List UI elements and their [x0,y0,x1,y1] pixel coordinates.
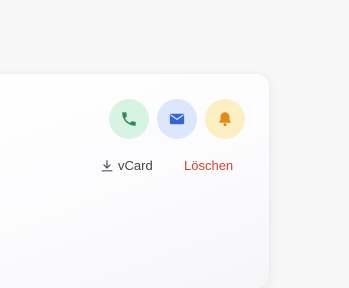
contact-card: vCard Löschen [0,74,269,288]
mail-icon [168,110,186,128]
reminder-button[interactable] [205,99,245,139]
delete-link[interactable]: Löschen [184,158,233,173]
bell-icon [216,110,234,128]
download-icon [100,159,114,173]
page: vCard Löschen [0,0,349,288]
card-links: vCard Löschen [0,158,269,176]
vcard-download-link[interactable]: vCard [100,158,153,173]
phone-icon [120,110,138,128]
vcard-label: vCard [118,158,153,173]
call-button[interactable] [109,99,149,139]
email-button[interactable] [157,99,197,139]
action-bar [109,99,245,139]
